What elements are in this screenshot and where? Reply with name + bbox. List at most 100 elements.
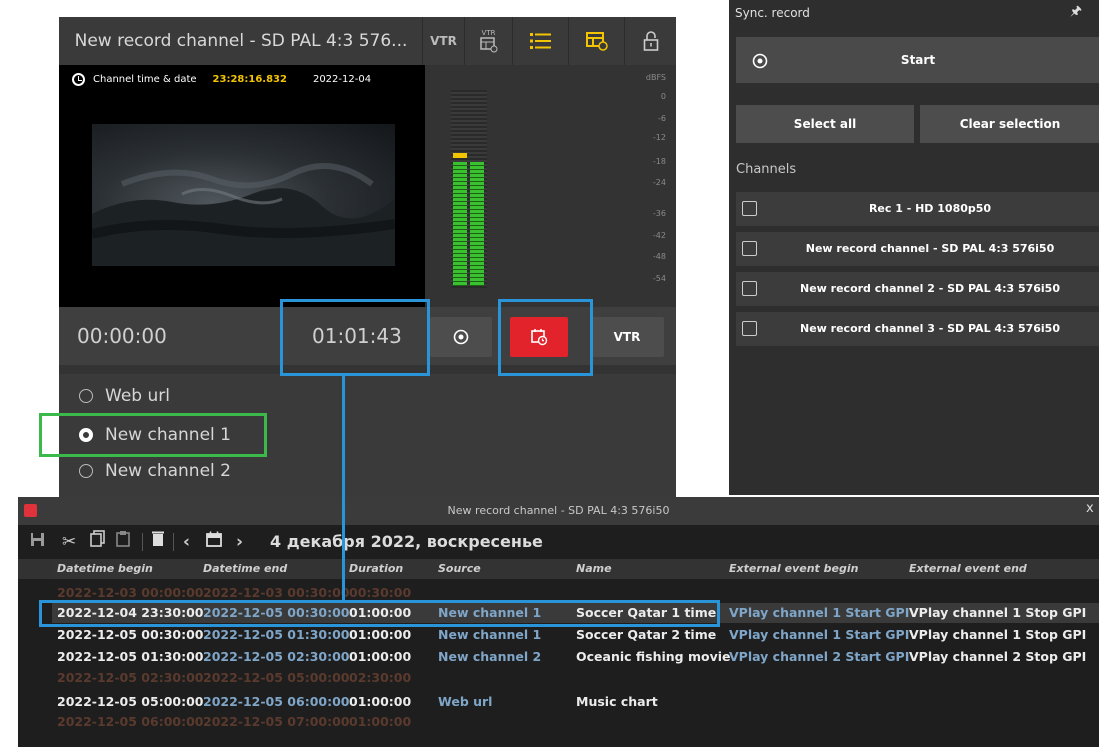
source-label: Web url bbox=[105, 386, 170, 406]
cell-name: Music chart bbox=[576, 694, 658, 709]
schedule-date: 4 декабря 2022, воскресенье bbox=[270, 532, 543, 551]
column-header[interactable]: Source bbox=[438, 559, 481, 579]
channel-time-row: Channel time & date 23:28:16.832 2022-12… bbox=[72, 70, 371, 88]
dbfs-tick: -42 bbox=[652, 231, 666, 240]
next-day-icon[interactable]: › bbox=[236, 529, 243, 555]
channel-checkbox[interactable] bbox=[742, 241, 757, 256]
delete-icon[interactable] bbox=[152, 529, 164, 555]
source-label: New channel 2 bbox=[105, 461, 231, 481]
cell-ext-begin: VPlay channel 1 Start GPI bbox=[729, 627, 910, 642]
lock-button[interactable] bbox=[624, 17, 676, 65]
selected-source-highlight bbox=[39, 413, 267, 457]
column-header[interactable]: Datetime end bbox=[203, 559, 287, 579]
cell-begin: 2022-12-05 05:00:00 bbox=[57, 694, 204, 709]
dbfs-tick: -24 bbox=[652, 178, 666, 187]
clear-selection-button[interactable]: Clear selection bbox=[920, 105, 1099, 143]
dbfs-tick: -54 bbox=[652, 274, 666, 283]
channel-date-value: 2022-12-04 bbox=[312, 73, 372, 85]
cell-ext-end: VPlay channel 2 Stop GPI bbox=[909, 649, 1087, 664]
cell-duration: 01:00:00 bbox=[349, 694, 412, 709]
cell-source: Web url bbox=[438, 694, 493, 709]
list-icon bbox=[529, 33, 551, 49]
record-circle-icon bbox=[453, 329, 469, 345]
level-bar-left bbox=[453, 162, 467, 286]
video-frame bbox=[92, 124, 395, 266]
record-button[interactable] bbox=[430, 317, 492, 357]
channel-checkbox[interactable] bbox=[742, 321, 757, 336]
sync-record-title: Sync. record bbox=[735, 6, 810, 20]
copy-icon[interactable] bbox=[90, 529, 105, 555]
vtr-button-label: VTR bbox=[613, 330, 641, 344]
vtr-schedule-button[interactable]: VTR bbox=[464, 17, 512, 65]
source-web-url[interactable]: Web url bbox=[79, 384, 170, 408]
vtr-header-button[interactable]: VTR bbox=[422, 17, 464, 65]
cell-begin: 2022-12-05 01:30:00 bbox=[57, 649, 204, 664]
radio-icon bbox=[79, 389, 93, 403]
toolbar-divider bbox=[142, 533, 143, 551]
vtr-header-label: VTR bbox=[430, 34, 457, 48]
vtr-small-label: VTR bbox=[481, 29, 496, 37]
cell-source: New channel 1 bbox=[438, 627, 542, 642]
cell-ext-begin: VPlay channel 2 Start GPI bbox=[729, 649, 910, 664]
calendar-icon[interactable] bbox=[206, 529, 222, 555]
channel-label: New record channel 2 - SD PAL 4:3 576i50 bbox=[800, 282, 1060, 295]
column-header[interactable]: Name bbox=[576, 559, 612, 579]
cell-end: 2022-12-05 07:00:00 bbox=[203, 714, 350, 729]
clock-icon bbox=[72, 72, 85, 86]
column-header[interactable]: Duration bbox=[349, 559, 403, 579]
vtr-button[interactable]: VTR bbox=[590, 317, 664, 357]
column-header[interactable]: External event begin bbox=[729, 559, 858, 579]
channel-checkbox[interactable] bbox=[742, 281, 757, 296]
cell-begin: 2022-12-05 02:30:00 bbox=[57, 670, 204, 685]
channel-time-label: Channel time & date bbox=[93, 73, 197, 85]
start-label: Start bbox=[900, 53, 936, 67]
pin-icon[interactable]: 🖈 bbox=[1070, 2, 1082, 24]
paste-icon[interactable] bbox=[116, 529, 130, 555]
timecode-highlight bbox=[280, 299, 430, 376]
cell-duration: 01:00:00 bbox=[349, 649, 412, 664]
dbfs-label: dBFS bbox=[645, 73, 666, 82]
list-button[interactable] bbox=[512, 17, 568, 65]
cell-end: 2022-12-05 01:30:00 bbox=[203, 627, 350, 642]
cut-icon[interactable]: ✂ bbox=[62, 529, 76, 555]
cell-ext-end: VPlay channel 1 Stop GPI bbox=[909, 627, 1087, 642]
dbfs-scale: 0 -6 -12 -18 -24 -36 -42 -48 -54 bbox=[636, 90, 666, 290]
schedule-button-highlight bbox=[498, 299, 593, 376]
cell-duration: 01:00:00 bbox=[349, 627, 412, 642]
cell-duration: 01:00:00 bbox=[349, 714, 412, 729]
cell-end: 2022-12-05 05:00:00 bbox=[203, 670, 350, 685]
cell-end: 2022-12-05 06:00:00 bbox=[203, 694, 350, 709]
schedule-grid-button[interactable] bbox=[568, 17, 624, 65]
timecode-left: 00:00:00 bbox=[77, 324, 167, 348]
scheduler-toolbar bbox=[18, 527, 1099, 557]
cell-name: Soccer Qatar 2 time bbox=[576, 627, 717, 642]
prev-day-icon[interactable]: ‹ bbox=[183, 529, 190, 555]
dbfs-tick: -6 bbox=[658, 114, 666, 123]
column-header[interactable]: Datetime begin bbox=[57, 559, 153, 579]
cell-ext-end: VPlay channel 1 Stop GPI bbox=[909, 605, 1087, 620]
radio-icon bbox=[79, 464, 93, 478]
dbfs-tick: -36 bbox=[652, 209, 666, 218]
close-icon[interactable]: x bbox=[1086, 501, 1094, 516]
rocky-terrain-image bbox=[92, 163, 395, 266]
cell-begin: 2022-12-05 00:30:00 bbox=[57, 627, 204, 642]
channel-checkbox[interactable] bbox=[742, 201, 757, 216]
dbfs-tick: -48 bbox=[652, 252, 666, 261]
toolbar-divider bbox=[173, 533, 174, 551]
select-all-button[interactable]: Select all bbox=[736, 105, 914, 143]
level-bar-right bbox=[470, 162, 484, 286]
select-all-label: Select all bbox=[793, 117, 857, 131]
scheduler-title: New record channel - SD PAL 4:3 576i50 bbox=[447, 504, 670, 517]
callout-line bbox=[342, 376, 345, 603]
vtr-grid-icon bbox=[479, 37, 497, 53]
cell-source: New channel 2 bbox=[438, 649, 542, 664]
save-icon[interactable] bbox=[30, 529, 45, 555]
column-header[interactable]: External event end bbox=[909, 559, 1027, 579]
lock-icon bbox=[643, 31, 658, 51]
dbfs-tick: -18 bbox=[652, 157, 666, 166]
channel-label: Rec 1 - HD 1080p50 bbox=[868, 202, 992, 215]
cell-name: Oceanic fishing movie bbox=[576, 649, 731, 664]
dbfs-tick: 0 bbox=[660, 92, 666, 101]
source-new-channel-2[interactable]: New channel 2 bbox=[79, 459, 231, 483]
table-header-gutter bbox=[18, 559, 52, 579]
